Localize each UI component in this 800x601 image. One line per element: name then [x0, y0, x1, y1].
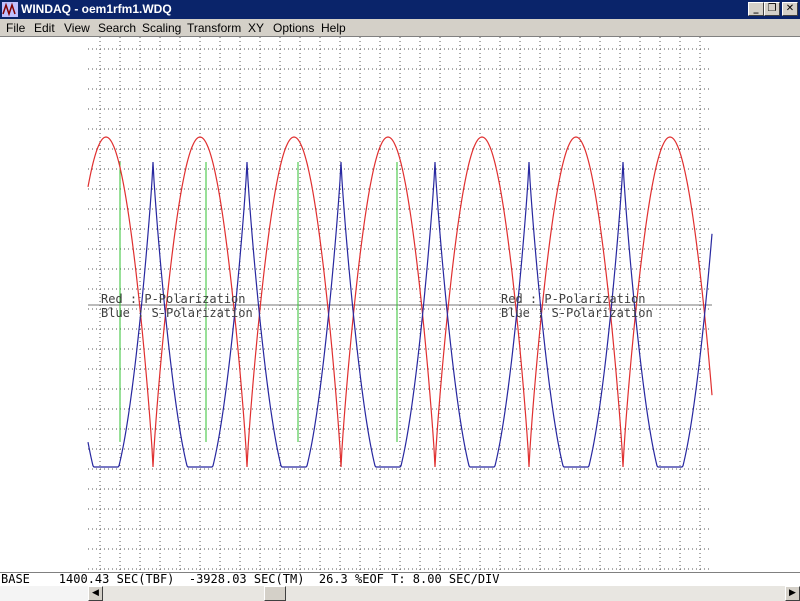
menu-help[interactable]: Help	[321, 21, 346, 35]
menu-edit[interactable]: Edit	[34, 21, 55, 35]
label-red-left: Red : P-Polarization	[101, 292, 246, 306]
menu-view[interactable]: View	[64, 21, 90, 35]
waveform-display[interactable]: Red : P-Polarization Blue : S-Polarizati…	[0, 37, 800, 572]
menu-bar: File Edit View Search Scaling Transform …	[0, 19, 800, 37]
menu-file[interactable]: File	[6, 21, 25, 35]
waveform-canvas[interactable]: Red : P-Polarization Blue : S-Polarizati…	[0, 37, 800, 572]
status-readout: BASE 1400.43 SEC(TBF) -3928.03 SEC(TM) 2…	[1, 572, 500, 586]
window-title: WINDAQ - oem1rfm1.WDQ	[21, 2, 172, 16]
scroll-right-button[interactable]: ▶	[785, 586, 800, 601]
menu-search[interactable]: Search	[98, 21, 136, 35]
close-button[interactable]: ✕	[782, 2, 798, 16]
minimize-button[interactable]: _	[748, 2, 764, 16]
label-red-right: Red : P-Polarization	[501, 292, 646, 306]
menu-xy[interactable]: XY	[248, 21, 264, 35]
menu-scaling[interactable]: Scaling	[142, 21, 181, 35]
menu-transform[interactable]: Transform	[187, 21, 241, 35]
horizontal-scrollbar[interactable]: ◀ ▶	[0, 586, 800, 601]
scroll-left-button[interactable]: ◀	[88, 586, 103, 601]
scroll-thumb[interactable]	[264, 586, 286, 601]
scroll-track[interactable]	[0, 586, 88, 601]
windaq-icon[interactable]	[2, 2, 18, 17]
status-bar: BASE 1400.43 SEC(TBF) -3928.03 SEC(TM) 2…	[0, 572, 800, 586]
title-bar[interactable]: WINDAQ - oem1rfm1.WDQ _ ❐ ✕	[0, 0, 800, 19]
label-blue-right: Blue : S-Polarization	[501, 306, 653, 320]
menu-options[interactable]: Options	[273, 21, 314, 35]
restore-button[interactable]: ❐	[764, 2, 780, 16]
label-blue-left: Blue : S-Polarization	[101, 306, 253, 320]
